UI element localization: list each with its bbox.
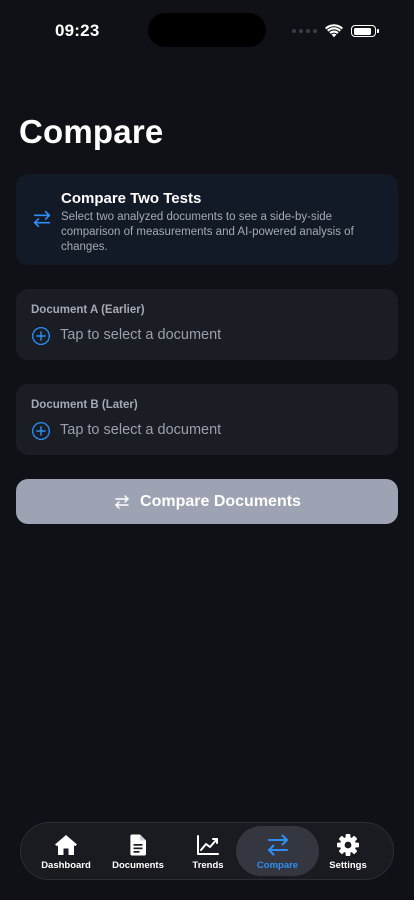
tab-label: Settings — [329, 859, 367, 871]
tab-bar: Dashboard Documents Trends Compare Setti… — [20, 822, 394, 880]
arrows-exchange-icon — [267, 834, 288, 855]
tab-label: Trends — [192, 859, 224, 871]
tab-label: Documents — [112, 859, 164, 871]
plus-circle-icon — [31, 421, 51, 441]
battery-icon — [351, 25, 379, 37]
tab-settings[interactable]: Settings — [313, 823, 383, 879]
tab-trends[interactable]: Trends — [173, 823, 243, 879]
tab-label: Compare — [256, 859, 299, 871]
chart-line-icon — [197, 834, 219, 855]
battery-level — [353, 27, 372, 35]
document-a-label: Document A (Earlier) — [31, 304, 145, 316]
house-icon — [55, 834, 77, 855]
status-indicators — [292, 21, 379, 41]
arrows-exchange-icon — [33, 210, 51, 228]
cellular-signal-icon — [292, 29, 317, 33]
document-icon — [130, 834, 146, 855]
tab-compare[interactable]: Compare — [236, 826, 319, 876]
gear-icon — [337, 833, 359, 856]
arrows-exchange-icon — [115, 494, 129, 509]
status-time: 09:23 — [55, 21, 100, 40]
info-card-description: Select two analyzed documents to see a s… — [61, 211, 354, 253]
info-card-title: Compare Two Tests — [61, 190, 202, 207]
tab-label: Dashboard — [41, 859, 91, 871]
wifi-icon — [325, 24, 343, 38]
compare-screen: 09:23 Compare Compare Two Tests Select t… — [0, 0, 414, 900]
status-bar: 09:23 — [0, 0, 414, 60]
compare-documents-button[interactable]: Compare Documents — [16, 479, 398, 524]
document-b-placeholder: Tap to select a document — [60, 422, 222, 438]
plus-circle-icon — [31, 326, 51, 346]
document-b-label: Document B (Later) — [31, 399, 138, 411]
info-card: Compare Two Tests Select two analyzed do… — [16, 174, 398, 265]
tab-dashboard[interactable]: Dashboard — [31, 823, 101, 879]
document-a-selector[interactable]: Document A (Earlier) Tap to select a doc… — [16, 289, 398, 360]
tab-documents[interactable]: Documents — [103, 823, 173, 879]
document-b-selector[interactable]: Document B (Later) Tap to select a docum… — [16, 384, 398, 455]
document-a-placeholder: Tap to select a document — [60, 327, 222, 343]
page-title: Compare — [19, 113, 164, 150]
compare-button-label: Compare Documents — [140, 492, 301, 510]
dynamic-island — [148, 13, 266, 47]
